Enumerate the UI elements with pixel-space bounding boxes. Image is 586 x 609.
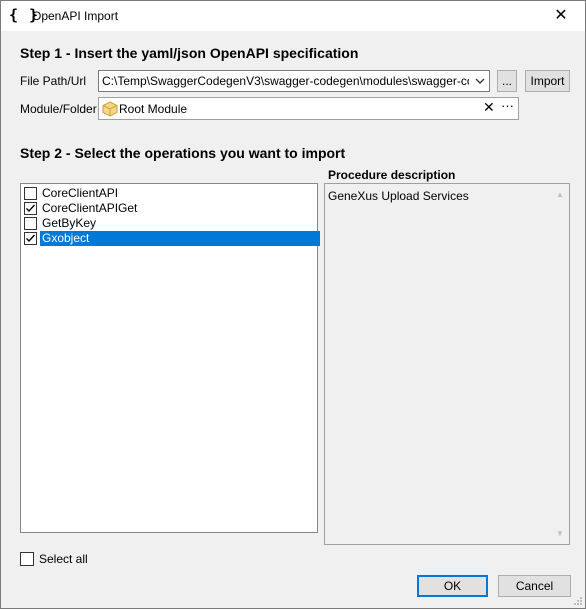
procedure-description-box: GeneXus Upload Services ▲ ▼ bbox=[324, 183, 570, 545]
cancel-button[interactable]: Cancel bbox=[498, 575, 571, 597]
more-options-icon[interactable]: ··· bbox=[501, 98, 514, 113]
procedure-description-text: GeneXus Upload Services bbox=[328, 189, 469, 203]
operation-label-selected[interactable]: Gxobject bbox=[40, 231, 320, 246]
operation-label[interactable]: GetByKey bbox=[40, 216, 98, 231]
checkmark-icon bbox=[26, 234, 36, 243]
list-item[interactable]: CoreClientAPI bbox=[22, 186, 316, 201]
module-value: Root Module bbox=[119, 102, 188, 116]
module-box-icon bbox=[102, 101, 118, 117]
scroll-down-icon[interactable]: ▼ bbox=[554, 528, 566, 540]
operation-checkbox[interactable] bbox=[24, 202, 37, 215]
select-all-checkbox[interactable] bbox=[20, 552, 34, 566]
list-item[interactable]: GetByKey bbox=[22, 216, 316, 231]
list-item[interactable]: CoreClientAPIGet bbox=[22, 201, 316, 216]
clear-icon[interactable]: ✕ bbox=[483, 99, 495, 116]
select-all-label[interactable]: Select all bbox=[39, 552, 88, 566]
window-title: OpenAPI Import bbox=[32, 9, 119, 23]
close-icon[interactable]: ✕ bbox=[538, 1, 584, 31]
file-path-combobox[interactable]: C:\Temp\SwaggerCodegenV3\swagger-codegen… bbox=[98, 70, 490, 92]
resize-grip-icon[interactable] bbox=[573, 596, 583, 606]
module-folder-picker[interactable]: Root Module ✕ ··· bbox=[98, 97, 519, 120]
ok-button[interactable]: OK bbox=[417, 575, 488, 597]
step2-title: Step 2 - Select the operations you want … bbox=[20, 145, 346, 161]
openapi-import-dialog: { } OpenAPI Import ✕ Step 1 - Insert the… bbox=[0, 0, 586, 609]
file-path-value[interactable]: C:\Temp\SwaggerCodegenV3\swagger-codegen… bbox=[102, 74, 469, 88]
file-path-label: File Path/Url bbox=[20, 74, 87, 88]
operation-checkbox[interactable] bbox=[24, 187, 37, 200]
scroll-up-icon[interactable]: ▲ bbox=[554, 189, 566, 201]
chevron-down-icon[interactable] bbox=[473, 74, 487, 88]
operation-label[interactable]: CoreClientAPI bbox=[40, 186, 120, 201]
list-item[interactable]: Gxobject bbox=[22, 231, 320, 246]
procedure-description-title: Procedure description bbox=[328, 168, 456, 182]
browse-button[interactable]: ... bbox=[497, 70, 517, 92]
operations-list[interactable]: CoreClientAPI CoreClientAPIGet GetByKey … bbox=[20, 183, 320, 533]
operation-checkbox[interactable] bbox=[24, 232, 37, 245]
module-folder-label: Module/Folder bbox=[20, 102, 97, 116]
import-button[interactable]: Import bbox=[525, 70, 570, 92]
title-bar: { } OpenAPI Import ✕ bbox=[1, 1, 585, 31]
checkmark-icon bbox=[26, 204, 36, 213]
operation-label[interactable]: CoreClientAPIGet bbox=[40, 201, 139, 216]
step1-title: Step 1 - Insert the yaml/json OpenAPI sp… bbox=[20, 45, 359, 61]
operation-checkbox[interactable] bbox=[24, 217, 37, 230]
